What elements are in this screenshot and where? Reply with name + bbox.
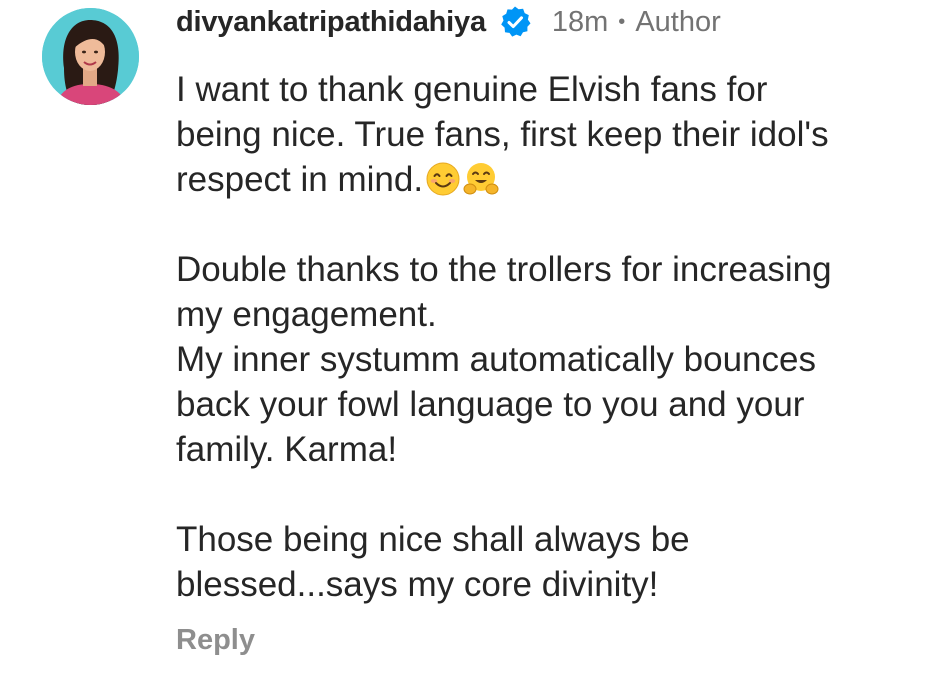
text-line: family. Karma! bbox=[176, 430, 398, 469]
comment-paragraph: Double thanks to the trollers for increa… bbox=[176, 247, 916, 472]
text-line: being nice. True fans, first keep their … bbox=[176, 115, 829, 154]
comment-header: divyankatripathidahiya 18m • Author bbox=[176, 2, 721, 42]
text-line: back your fowl language to you and your bbox=[176, 385, 805, 424]
comment-text: I want to thank genuine Elvish fans for … bbox=[176, 67, 916, 607]
text-line: My inner systumm automatically bounces bbox=[176, 340, 816, 379]
text-line: I want to thank genuine Elvish fans for bbox=[176, 70, 768, 109]
comment: divyankatripathidahiya 18m • Author I wa… bbox=[0, 0, 930, 688]
username[interactable]: divyankatripathidahiya bbox=[176, 6, 486, 39]
hugging-face-emoji bbox=[463, 161, 499, 197]
profile-photo-icon bbox=[42, 8, 139, 105]
author-label: Author bbox=[635, 5, 721, 38]
text-line: Those being nice shall always be bbox=[176, 520, 690, 559]
text-line-with-emoji: respect in mind. bbox=[176, 157, 916, 202]
comment-paragraph: I want to thank genuine Elvish fans for … bbox=[176, 67, 916, 202]
reply-button[interactable]: Reply bbox=[176, 624, 255, 657]
avatar[interactable] bbox=[42, 8, 139, 105]
comment-paragraph: Those being nice shall always be blessed… bbox=[176, 517, 916, 607]
comment-timestamp: 18m bbox=[551, 5, 609, 38]
smiling-face-emoji bbox=[425, 161, 461, 197]
separator-dot: • bbox=[618, 10, 626, 33]
text-line: Double thanks to the trollers for increa… bbox=[176, 250, 832, 289]
text-line: blessed...says my core divinity! bbox=[176, 565, 659, 604]
text-line: my engagement. bbox=[176, 295, 437, 334]
text-line: respect in mind. bbox=[176, 160, 424, 199]
verified-badge-icon bbox=[498, 5, 532, 39]
